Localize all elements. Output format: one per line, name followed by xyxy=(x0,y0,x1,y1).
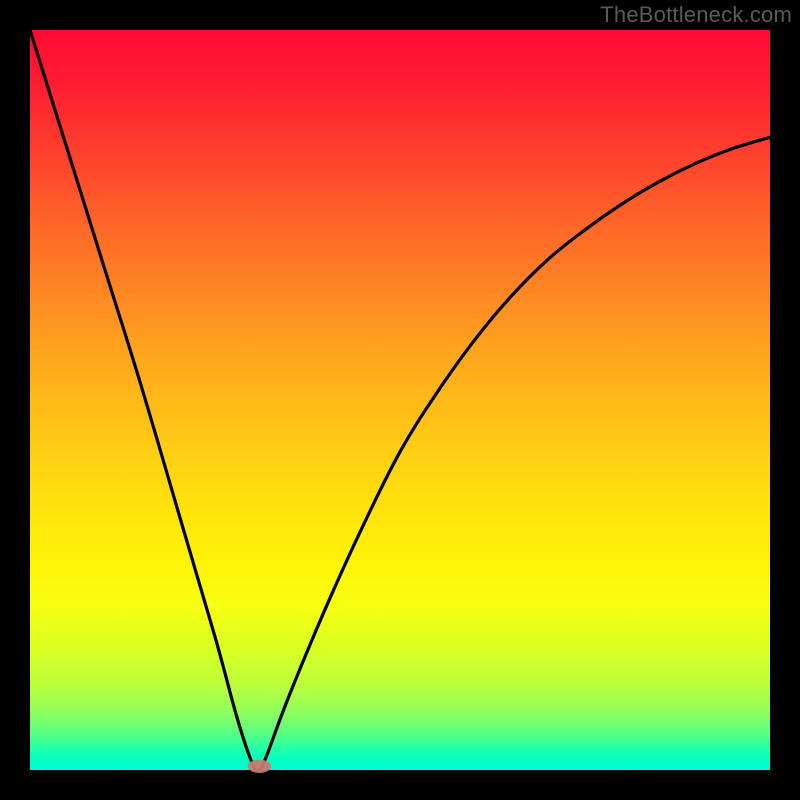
curve-svg xyxy=(30,30,770,770)
plot-area xyxy=(30,30,770,770)
bottleneck-curve-line xyxy=(30,30,770,771)
watermark-text: TheBottleneck.com xyxy=(600,2,792,28)
minimum-marker xyxy=(248,760,272,773)
chart-frame: TheBottleneck.com xyxy=(0,0,800,800)
